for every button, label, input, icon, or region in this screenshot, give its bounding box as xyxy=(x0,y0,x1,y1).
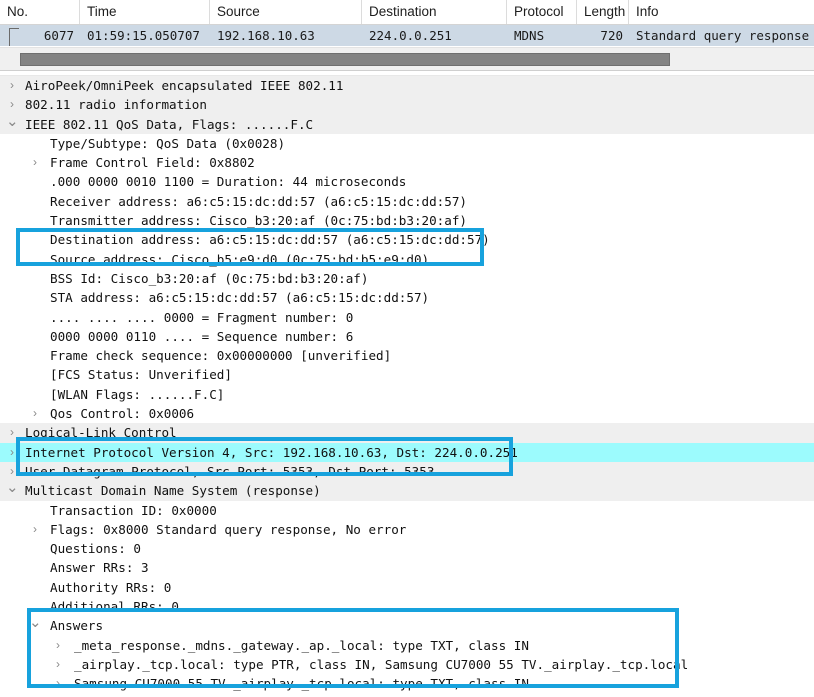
detail-tree-row[interactable]: Transmitter address: Cisco_b3:20:af (0c:… xyxy=(0,211,814,230)
chevron-down-icon[interactable]: ⌄ xyxy=(29,615,42,630)
detail-tree-row[interactable]: › Samsung CU7000 55 TV._airplay._tcp.loca… xyxy=(0,674,814,693)
packet-cell-source: 192.168.10.63 xyxy=(217,28,315,43)
detail-tree-row[interactable]: Frame check sequence: 0x00000000 [unveri… xyxy=(0,346,814,365)
column-header-no[interactable]: No. xyxy=(0,0,80,24)
detail-tree-row-label: _airplay._tcp.local: type PTR, class IN,… xyxy=(74,656,689,672)
detail-tree-row-label: Internet Protocol Version 4, Src: 192.16… xyxy=(25,444,518,460)
detail-tree-row-label: 0000 0000 0110 .... = Sequence number: 6 xyxy=(50,328,354,344)
chevron-right-icon[interactable]: › xyxy=(29,404,41,423)
chevron-right-icon[interactable]: › xyxy=(6,443,18,462)
detail-tree-row-label: [WLAN Flags: ......F.C] xyxy=(50,386,225,402)
packet-details-pane[interactable]: › AiroPeek/OmniPeek encapsulated IEEE 802… xyxy=(0,76,814,696)
detail-tree-row[interactable]: › 802.11 radio information xyxy=(0,95,814,115)
column-header-info[interactable]: Info xyxy=(629,0,814,24)
detail-tree-row[interactable]: › Logical-Link Control xyxy=(0,423,814,443)
chevron-down-icon[interactable]: ⌄ xyxy=(6,480,19,495)
detail-tree-row[interactable]: [Unsolicited: True] xyxy=(0,694,814,697)
scrollbar-thumb[interactable] xyxy=(20,53,670,66)
detail-tree-row-label: Samsung CU7000 55 TV._airplay._tcp.local… xyxy=(74,676,529,692)
column-header-length[interactable]: Length xyxy=(577,0,629,24)
column-header-destination[interactable]: Destination xyxy=(362,0,507,24)
packet-list-horizontal-scrollbar[interactable] xyxy=(0,47,814,71)
chevron-right-icon[interactable]: › xyxy=(6,95,18,114)
detail-tree-row-label: [Unsolicited: True] xyxy=(0,694,194,697)
detail-tree-row[interactable]: › _meta_response._mdns._gateway._ap._loca… xyxy=(0,636,814,655)
detail-tree-row[interactable]: Answer RRs: 3 xyxy=(0,558,814,577)
detail-tree-row[interactable]: Destination address: a6:c5:15:dc:dd:57 (… xyxy=(0,230,814,249)
packet-cell-protocol: MDNS xyxy=(514,28,545,43)
detail-tree-row[interactable]: ⌄ IEEE 802.11 QoS Data, Flags: ......F.C xyxy=(0,114,814,134)
detail-tree-row-label: Type/Subtype: QoS Data (0x0028) xyxy=(50,135,286,151)
detail-tree-row[interactable]: Authority RRs: 0 xyxy=(0,578,814,597)
detail-tree-row[interactable]: Type/Subtype: QoS Data (0x0028) xyxy=(0,134,814,153)
detail-tree-row-label: Logical-Link Control xyxy=(25,425,177,441)
detail-tree-row[interactable]: 0000 0000 0110 .... = Sequence number: 6 xyxy=(0,327,814,346)
detail-tree-row-label: .... .... .... 0000 = Fragment number: 0 xyxy=(50,309,354,325)
detail-tree-row[interactable]: › AiroPeek/OmniPeek encapsulated IEEE 802… xyxy=(0,76,814,96)
detail-tree-row[interactable]: › User Datagram Protocol, Src Port: 5353,… xyxy=(0,461,814,482)
detail-tree-row[interactable]: Source address: Cisco_b5:e9:d0 (0c:75:bd… xyxy=(0,250,814,269)
detail-tree-row[interactable]: .... .... .... 0000 = Fragment number: 0 xyxy=(0,308,814,327)
detail-tree-row-label: Multicast Domain Name System (response) xyxy=(25,483,321,499)
detail-tree-row[interactable]: [FCS Status: Unverified] xyxy=(0,365,814,384)
packet-cell-time: 01:59:15.050707 xyxy=(87,28,200,43)
chevron-right-icon[interactable]: › xyxy=(29,153,41,172)
detail-tree-row[interactable]: Additional RRs: 0 xyxy=(0,597,814,616)
detail-tree-row[interactable]: BSS Id: Cisco_b3:20:af (0c:75:bd:b3:20:a… xyxy=(0,269,814,288)
detail-tree-row[interactable]: .000 0000 0010 1100 = Duration: 44 micro… xyxy=(0,172,814,191)
detail-tree-row-label: User Datagram Protocol, Src Port: 5353, … xyxy=(25,463,435,479)
detail-tree-row-label: [FCS Status: Unverified] xyxy=(50,367,232,383)
chevron-right-icon[interactable]: › xyxy=(52,674,64,693)
detail-tree-row[interactable]: › Flags: 0x8000 Standard query response, … xyxy=(0,520,814,539)
packet-cell-destination: 224.0.0.251 xyxy=(369,28,452,43)
detail-tree-row[interactable]: Transaction ID: 0x0000 xyxy=(0,501,814,520)
detail-tree-row[interactable]: › _airplay._tcp.local: type PTR, class IN… xyxy=(0,655,814,674)
detail-tree-row[interactable]: Questions: 0 xyxy=(0,539,814,558)
chevron-right-icon[interactable]: › xyxy=(29,520,41,539)
detail-tree-row[interactable]: STA address: a6:c5:15:dc:dd:57 (a6:c5:15… xyxy=(0,288,814,307)
detail-tree-row-label: Transaction ID: 0x0000 xyxy=(50,502,217,518)
chevron-right-icon[interactable]: › xyxy=(6,423,18,442)
detail-tree-row-label: Answer RRs: 3 xyxy=(50,560,149,576)
detail-tree-row-label: 802.11 radio information xyxy=(25,97,207,113)
detail-tree-row-label: Authority RRs: 0 xyxy=(50,579,172,595)
detail-tree-row[interactable]: ⌄ Answers xyxy=(0,615,814,635)
packet-cell-length: 720 xyxy=(600,28,623,43)
packet-row-selected[interactable]: 6077 01:59:15.050707 192.168.10.63 224.0… xyxy=(0,25,814,46)
detail-tree-row[interactable]: › Internet Protocol Version 4, Src: 192.1… xyxy=(0,442,814,462)
detail-tree-row-label: Source address: Cisco_b5:e9:d0 (0c:75:bd… xyxy=(50,251,430,267)
detail-tree-row[interactable]: Receiver address: a6:c5:15:dc:dd:57 (a6:… xyxy=(0,192,814,211)
packet-list-pane[interactable]: No. Time Source Destination Protocol Len… xyxy=(0,0,814,47)
column-header-source[interactable]: Source xyxy=(210,0,362,24)
chevron-down-icon[interactable]: ⌄ xyxy=(6,114,19,129)
detail-tree-row-label: Questions: 0 xyxy=(50,541,141,557)
detail-tree-row-label: Receiver address: a6:c5:15:dc:dd:57 (a6:… xyxy=(50,193,468,209)
detail-tree-row-label: _meta_response._mdns._gateway._ap._local… xyxy=(74,637,529,653)
packet-cell-info: Standard query response xyxy=(636,28,810,43)
detail-tree-row-label: AiroPeek/OmniPeek encapsulated IEEE 802.… xyxy=(25,78,344,93)
detail-tree-row[interactable]: › Frame Control Field: 0x8802 xyxy=(0,153,814,172)
chevron-right-icon[interactable]: › xyxy=(52,655,64,674)
detail-tree-row-label: Destination address: a6:c5:15:dc:dd:57 (… xyxy=(50,232,490,248)
detail-tree-row-label: .000 0000 0010 1100 = Duration: 44 micro… xyxy=(50,174,407,190)
packet-list-header: No. Time Source Destination Protocol Len… xyxy=(0,0,814,25)
chevron-right-icon[interactable]: › xyxy=(6,76,18,95)
detail-tree-row-label: Flags: 0x8000 Standard query response, N… xyxy=(50,521,407,537)
detail-tree-row-label: Transmitter address: Cisco_b3:20:af (0c:… xyxy=(50,213,468,229)
detail-tree-row[interactable]: ⌄ Multicast Domain Name System (response) xyxy=(0,480,814,501)
chevron-right-icon[interactable]: › xyxy=(52,636,64,655)
detail-tree-row-label: Additional RRs: 0 xyxy=(50,599,179,615)
detail-tree-row-label: BSS Id: Cisco_b3:20:af (0c:75:bd:b3:20:a… xyxy=(50,270,369,286)
related-packet-marker-icon xyxy=(9,28,19,46)
detail-tree-row-label: STA address: a6:c5:15:dc:dd:57 (a6:c5:15… xyxy=(50,290,430,306)
column-header-protocol[interactable]: Protocol xyxy=(507,0,577,24)
detail-tree-row[interactable]: [WLAN Flags: ......F.C] xyxy=(0,385,814,404)
detail-tree-row-label: Frame check sequence: 0x00000000 [unveri… xyxy=(50,348,392,364)
detail-tree-row-label: Answers xyxy=(50,618,104,634)
detail-tree-row[interactable]: › Qos Control: 0x0006 xyxy=(0,404,814,423)
column-header-time[interactable]: Time xyxy=(80,0,210,24)
detail-tree-row-label: IEEE 802.11 QoS Data, Flags: ......F.C xyxy=(25,116,314,132)
